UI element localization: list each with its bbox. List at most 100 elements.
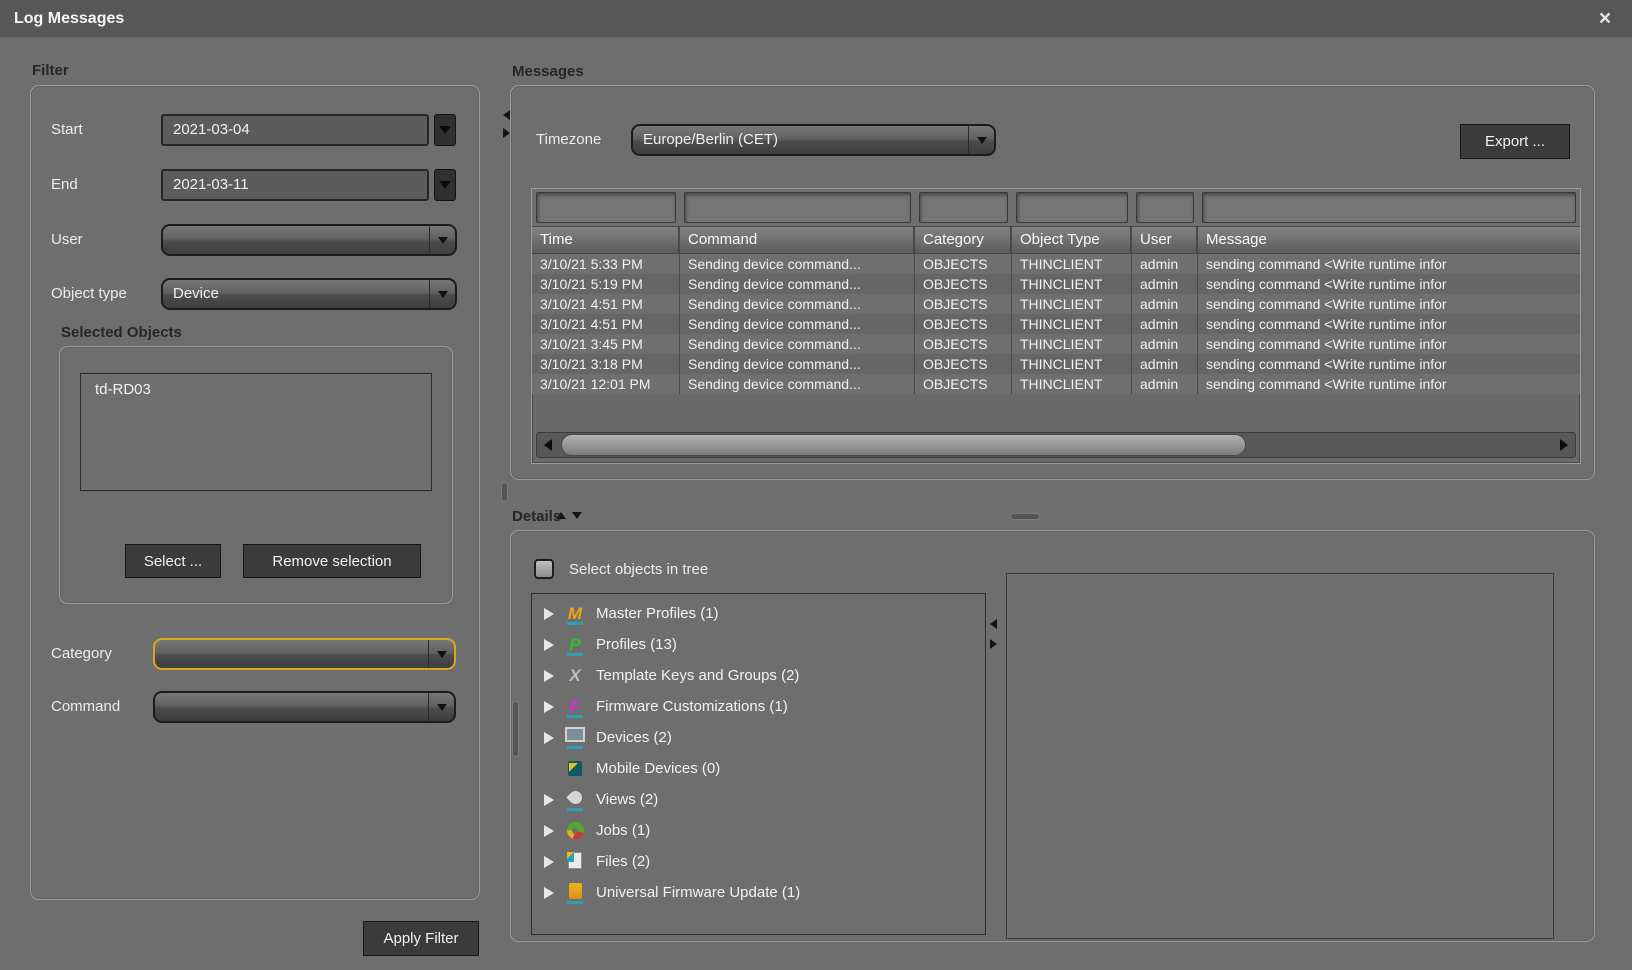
jobs-icon bbox=[564, 820, 586, 842]
column-header[interactable]: Command bbox=[680, 227, 915, 253]
tree-item-label: Jobs (1) bbox=[596, 822, 650, 839]
splitter-expand-right-icon[interactable] bbox=[503, 128, 510, 138]
table-row[interactable]: 3/10/21 4:51 PMSending device command...… bbox=[532, 294, 1580, 314]
dropdown-arrow-icon bbox=[429, 280, 455, 308]
horizontal-scrollbar[interactable] bbox=[536, 432, 1576, 458]
tree-expander-icon[interactable] bbox=[544, 639, 554, 651]
details-splitter-collapse-left-icon[interactable] bbox=[990, 619, 997, 629]
table-cell: admin bbox=[1132, 334, 1198, 354]
messages-groupbox: Timezone Europe/Berlin (CET) Export ... … bbox=[510, 85, 1595, 480]
timezone-combobox[interactable]: Europe/Berlin (CET) bbox=[631, 124, 996, 156]
table-cell: OBJECTS bbox=[915, 374, 1012, 394]
column-header[interactable]: Time bbox=[532, 227, 680, 253]
messages-table: TimeCommandCategoryObject TypeUserMessag… bbox=[531, 188, 1581, 464]
column-filter-input[interactable] bbox=[536, 192, 676, 223]
table-cell: 3/10/21 4:51 PM bbox=[532, 314, 680, 334]
category-combobox[interactable] bbox=[153, 638, 456, 670]
tree-item[interactable]: Devices (2) bbox=[532, 722, 985, 753]
splitter-expand-down-icon[interactable] bbox=[572, 512, 582, 519]
firmware-customizations-icon bbox=[564, 696, 586, 718]
tree-expander-icon[interactable] bbox=[544, 794, 554, 806]
table-row[interactable]: 3/10/21 12:01 PMSending device command..… bbox=[532, 374, 1580, 394]
tree-expander-icon[interactable] bbox=[544, 887, 554, 899]
tree-expander-icon[interactable] bbox=[544, 732, 554, 744]
selected-objects-group-label: Selected Objects bbox=[61, 324, 182, 341]
close-icon[interactable]: × bbox=[1592, 6, 1618, 32]
column-header[interactable]: Object Type bbox=[1012, 227, 1132, 253]
export-button[interactable]: Export ... bbox=[1459, 123, 1571, 160]
table-row[interactable]: 3/10/21 3:18 PMSending device command...… bbox=[532, 354, 1580, 374]
column-filter-input[interactable] bbox=[1136, 192, 1194, 223]
dropdown-arrow-icon bbox=[439, 181, 451, 189]
scroll-left-button[interactable] bbox=[537, 433, 559, 457]
column-header[interactable]: User bbox=[1132, 227, 1198, 253]
table-cell: Sending device command... bbox=[680, 314, 915, 334]
column-header[interactable]: Category bbox=[915, 227, 1012, 253]
start-date-field[interactable]: 2021-03-04 bbox=[161, 114, 429, 146]
tree-item[interactable]: Firmware Customizations (1) bbox=[532, 691, 985, 722]
selected-objects-list[interactable]: td-RD03 bbox=[80, 373, 432, 491]
column-filter-input[interactable] bbox=[1202, 192, 1576, 223]
splitter-collapse-left-icon[interactable] bbox=[503, 110, 510, 120]
table-cell: 3/10/21 5:33 PM bbox=[532, 254, 680, 274]
tree-item[interactable]: Files (2) bbox=[532, 846, 985, 877]
scrollbar-thumb[interactable] bbox=[561, 434, 1246, 456]
column-filter-input[interactable] bbox=[684, 192, 911, 223]
tree-item[interactable]: Profiles (13) bbox=[532, 629, 985, 660]
universal-firmware-update-icon bbox=[564, 882, 586, 904]
end-date-dropdown-button[interactable] bbox=[434, 169, 456, 201]
messages-group-label: Messages bbox=[512, 63, 584, 80]
apply-filter-button[interactable]: Apply Filter bbox=[362, 920, 480, 957]
tree-item[interactable]: Views (2) bbox=[532, 784, 985, 815]
table-cell: Sending device command... bbox=[680, 334, 915, 354]
start-date-dropdown-button[interactable] bbox=[434, 114, 456, 146]
tree-item[interactable]: Jobs (1) bbox=[532, 815, 985, 846]
tree-expander-icon[interactable] bbox=[544, 670, 554, 682]
tree-item[interactable]: Mobile Devices (0) bbox=[532, 753, 985, 784]
column-header[interactable]: Message bbox=[1198, 227, 1580, 253]
horizontal-splitter-handle[interactable] bbox=[1010, 513, 1040, 520]
tree-item[interactable]: Master Profiles (1) bbox=[532, 598, 985, 629]
table-cell: admin bbox=[1132, 314, 1198, 334]
table-cell: THINCLIENT bbox=[1012, 274, 1132, 294]
table-cell: OBJECTS bbox=[915, 354, 1012, 374]
master-profiles-icon bbox=[564, 603, 586, 625]
column-filter-input[interactable] bbox=[1016, 192, 1128, 223]
table-cell: sending command <Write runtime infor bbox=[1198, 334, 1580, 354]
tree-item-label: Mobile Devices (0) bbox=[596, 760, 720, 777]
table-row[interactable]: 3/10/21 3:45 PMSending device command...… bbox=[532, 334, 1580, 354]
remove-selection-button[interactable]: Remove selection bbox=[242, 543, 422, 579]
table-row[interactable]: 3/10/21 4:51 PMSending device command...… bbox=[532, 314, 1580, 334]
tree-expander-icon[interactable] bbox=[544, 608, 554, 620]
user-combobox[interactable] bbox=[161, 224, 457, 256]
selected-object-item[interactable]: td-RD03 bbox=[81, 374, 431, 405]
tree-expander-icon[interactable] bbox=[544, 856, 554, 868]
tree-expander-icon[interactable] bbox=[544, 825, 554, 837]
dropdown-arrow-icon bbox=[428, 693, 454, 721]
table-cell: OBJECTS bbox=[915, 294, 1012, 314]
object-type-combobox[interactable]: Device bbox=[161, 278, 457, 310]
timezone-label: Timezone bbox=[536, 124, 601, 156]
table-cell: sending command <Write runtime infor bbox=[1198, 274, 1580, 294]
end-date-field[interactable]: 2021-03-11 bbox=[161, 169, 429, 201]
tree-expander-icon[interactable] bbox=[544, 701, 554, 713]
scroll-right-button[interactable] bbox=[1553, 433, 1575, 457]
details-splitter-expand-right-icon[interactable] bbox=[990, 639, 997, 649]
select-objects-button[interactable]: Select ... bbox=[124, 543, 222, 579]
table-cell: OBJECTS bbox=[915, 254, 1012, 274]
details-message-panel[interactable] bbox=[1006, 573, 1554, 939]
select-objects-in-tree-checkbox[interactable] bbox=[534, 559, 554, 579]
table-cell: Sending device command... bbox=[680, 254, 915, 274]
table-row[interactable]: 3/10/21 5:19 PMSending device command...… bbox=[532, 274, 1580, 294]
tree-item[interactable]: Universal Firmware Update (1) bbox=[532, 877, 985, 908]
dropdown-arrow-icon bbox=[968, 126, 994, 154]
column-filter-input[interactable] bbox=[919, 192, 1008, 223]
vertical-splitter-handle[interactable] bbox=[501, 482, 508, 502]
table-row[interactable]: 3/10/21 5:33 PMSending device command...… bbox=[532, 254, 1580, 274]
details-splitter-handle[interactable] bbox=[512, 701, 519, 757]
table-cell: sending command <Write runtime infor bbox=[1198, 354, 1580, 374]
command-combobox[interactable] bbox=[153, 691, 456, 723]
tree-item[interactable]: Template Keys and Groups (2) bbox=[532, 660, 985, 691]
details-groupbox: Select objects in tree Master Profiles (… bbox=[510, 530, 1595, 942]
table-cell: 3/10/21 3:45 PM bbox=[532, 334, 680, 354]
